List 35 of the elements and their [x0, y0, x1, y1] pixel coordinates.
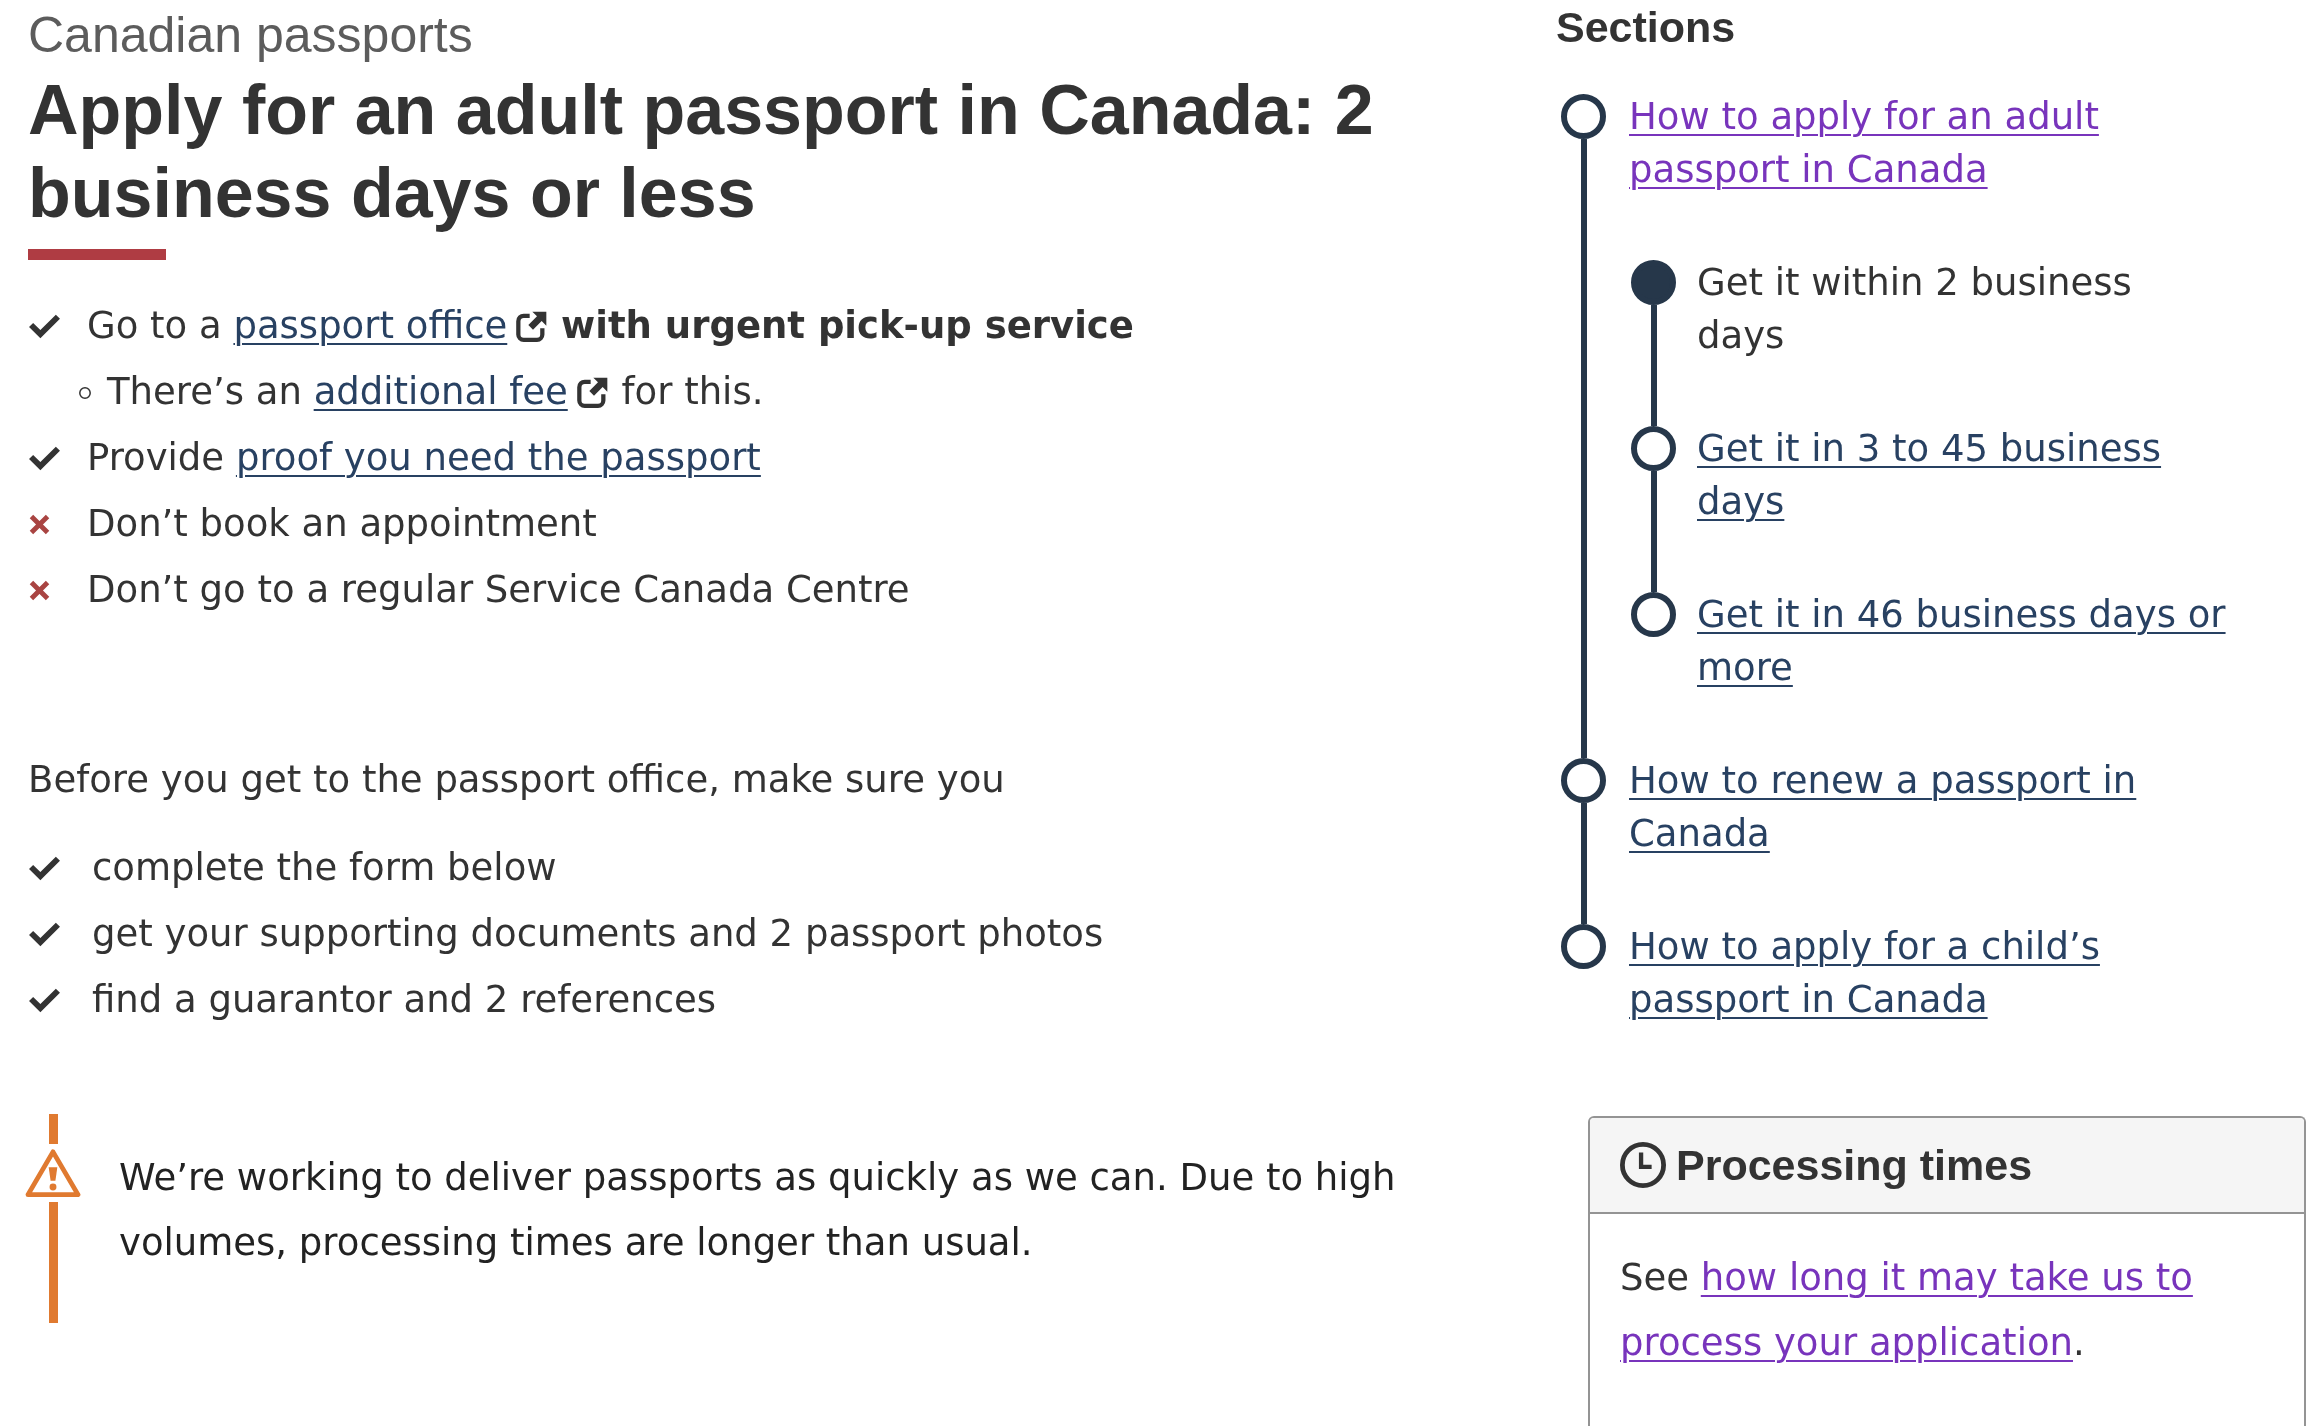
inline-link[interactable]: additional fee [313, 370, 568, 413]
subtitle-text: Canadian passports [28, 6, 474, 65]
check-icon [28, 314, 61, 339]
list-item-text: There’s an additional fee for this. [107, 369, 764, 415]
section-link[interactable]: How to renew a passport in Canada [1629, 754, 2145, 860]
list-item-text: Provide proof you need the passport [87, 435, 761, 481]
sections-heading: Sections [1556, 2, 1737, 53]
list-item-text: Don’t book an appointment [87, 501, 597, 547]
cross-icon [28, 513, 51, 536]
list-item-text: get your supporting documents and 2 passport photos [92, 911, 1104, 957]
panel-title: Processing times [1676, 1140, 2033, 1191]
check-icon [28, 988, 61, 1013]
current-section-text: Get it within 2 business days [1697, 260, 2133, 359]
inline-link[interactable]: process your application [1620, 1321, 2073, 1364]
panel-text: See how long it may take us to process your application. [1620, 1256, 2193, 1364]
inline-link[interactable]: how long it may take us to [1700, 1256, 2193, 1299]
section-link[interactable]: Get it in 3 to 45 business days [1697, 422, 2235, 528]
bullet-icon [79, 387, 91, 399]
inline-link[interactable]: proof you need the passport [235, 436, 761, 479]
list-item-text: Don’t go to a regular Service Canada Centre [87, 567, 910, 613]
page-title: Apply for an adult passport in Canada: 2 business days or less [28, 70, 1375, 234]
warning-text: We’re working to deliver passports as quickly as we can. Due to high volumes, processing times are longer than usual. [119, 1155, 1397, 1266]
section-link[interactable]: How to apply for an adult passport in Canada [1629, 90, 2145, 196]
intro-text: Before you get to the passport office, make sure you [28, 757, 1006, 803]
clock-icon [1620, 1142, 1666, 1188]
check-icon [28, 856, 61, 881]
list-item-text: Go to a passport office with urgent pick-up service [87, 303, 1134, 349]
list-item-text: find a guarantor and 2 references [92, 977, 717, 1023]
list-item-text: complete the form below [92, 845, 557, 891]
check-icon [28, 446, 61, 471]
section-link[interactable]: How to apply for a child’s passport in Canada [1629, 920, 2145, 1026]
check-icon [28, 922, 61, 947]
section-link[interactable]: Get it in 46 business days or more [1697, 588, 2235, 694]
inline-link[interactable]: passport office [233, 304, 508, 347]
cross-icon [28, 579, 51, 602]
